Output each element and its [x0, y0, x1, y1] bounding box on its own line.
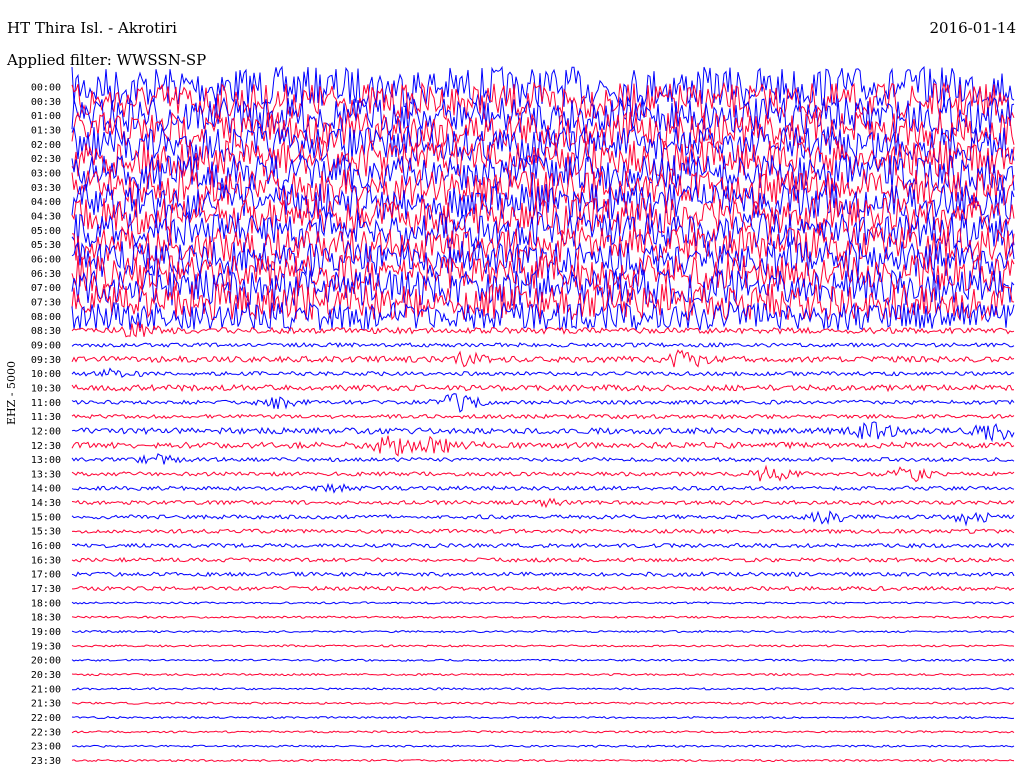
time-tick-label: 07:00 [31, 283, 61, 294]
time-tick-label: 21:00 [31, 684, 61, 695]
trace-1800 [71, 601, 1015, 605]
time-tick-label: 00:00 [31, 83, 61, 94]
time-tick-label: 09:30 [31, 355, 61, 366]
time-tick-label: 22:00 [31, 713, 61, 724]
trace-1730 [72, 585, 1015, 592]
time-tick-label: 22:30 [31, 727, 61, 738]
time-tick-label: 16:30 [31, 555, 61, 566]
time-tick-label: 14:30 [31, 498, 61, 509]
time-tick-label: 16:00 [31, 541, 61, 552]
trace-2130 [71, 701, 1015, 705]
trace-2200 [71, 715, 1015, 720]
trace-1900 [71, 629, 1015, 634]
time-tick-label: 03:30 [31, 183, 61, 194]
trace-1030 [71, 383, 1015, 393]
trace-1200 [71, 421, 1015, 443]
time-tick-label: 17:30 [31, 584, 61, 595]
time-tick-label: 10:00 [31, 369, 61, 380]
time-tick-label: 10:30 [31, 383, 61, 394]
time-tick-label: 08:30 [31, 326, 61, 337]
trace-2100 [71, 687, 1015, 691]
trace-2230 [71, 730, 1015, 734]
trace-0930 [71, 349, 1015, 368]
time-tick-label: 15:30 [31, 527, 61, 538]
trace-1930 [71, 644, 1015, 648]
trace-1830 [71, 615, 1015, 619]
trace-1400 [71, 482, 1015, 494]
trace-1530 [71, 528, 1015, 535]
trace-1000 [71, 367, 1015, 378]
time-tick-label: 01:00 [31, 111, 61, 122]
time-tick-label: 01:30 [31, 125, 61, 136]
time-tick-label: 00:30 [31, 97, 61, 108]
time-tick-label: 06:00 [31, 254, 61, 265]
time-tick-label: 02:00 [31, 140, 61, 151]
time-tick-label: 13:00 [31, 455, 61, 466]
time-tick-label: 23:00 [31, 742, 61, 753]
time-tick-label: 05:00 [31, 226, 61, 237]
time-tick-label: 23:30 [31, 756, 61, 767]
time-tick-label: 08:00 [31, 312, 61, 323]
trace-1500 [71, 510, 1015, 527]
time-tick-label: 18:30 [31, 613, 61, 624]
trace-0830 [71, 321, 1015, 338]
trace-2030 [71, 672, 1015, 677]
time-tick-label: 19:30 [31, 641, 61, 652]
time-tick-label: 12:30 [31, 441, 61, 452]
time-tick-label: 18:00 [31, 598, 61, 609]
time-tick-label: 13:30 [31, 469, 61, 480]
time-tick-label: 12:00 [31, 426, 61, 437]
time-tick-label: 21:30 [31, 699, 61, 710]
trace-1700 [71, 571, 1015, 578]
trace-1230 [71, 435, 1015, 457]
time-tick-label: 02:30 [31, 154, 61, 165]
time-tick-label: 14:00 [31, 484, 61, 495]
time-tick-label: 11:00 [31, 398, 61, 409]
time-tick-label: 11:30 [31, 412, 61, 423]
seismogram-plot: 00:00 00:30 01:00 01:30 02:00 02:30 03:00 03:30… [31, 65, 1015, 767]
trace-2300 [72, 744, 1015, 748]
trace-1100 [71, 393, 1015, 413]
time-tick-label: 07:30 [31, 297, 61, 308]
time-tick-label: 19:00 [31, 627, 61, 638]
trace-1430 [71, 497, 1015, 509]
trace-1300 [71, 453, 1015, 465]
trace-1130 [71, 413, 1015, 420]
time-tick-label: 05:30 [31, 240, 61, 251]
time-tick-label: 17:00 [31, 570, 61, 581]
trace-1630 [71, 556, 1015, 563]
time-tick-label: 20:30 [31, 670, 61, 681]
time-tick-label: 09:00 [31, 340, 61, 351]
time-tick-label: 04:00 [31, 197, 61, 208]
trace-1330 [71, 464, 1015, 483]
time-tick-label: 15:00 [31, 512, 61, 523]
trace-1600 [71, 542, 1015, 549]
trace-0900 [71, 342, 1015, 348]
trace-2330 [71, 758, 1015, 763]
time-tick-label: 04:30 [31, 211, 61, 222]
time-tick-label: 20:00 [31, 656, 61, 667]
trace-0000 [71, 65, 1015, 108]
time-tick-label: 03:00 [31, 168, 61, 179]
time-tick-label: 06:30 [31, 269, 61, 280]
trace-2000 [71, 658, 1015, 662]
